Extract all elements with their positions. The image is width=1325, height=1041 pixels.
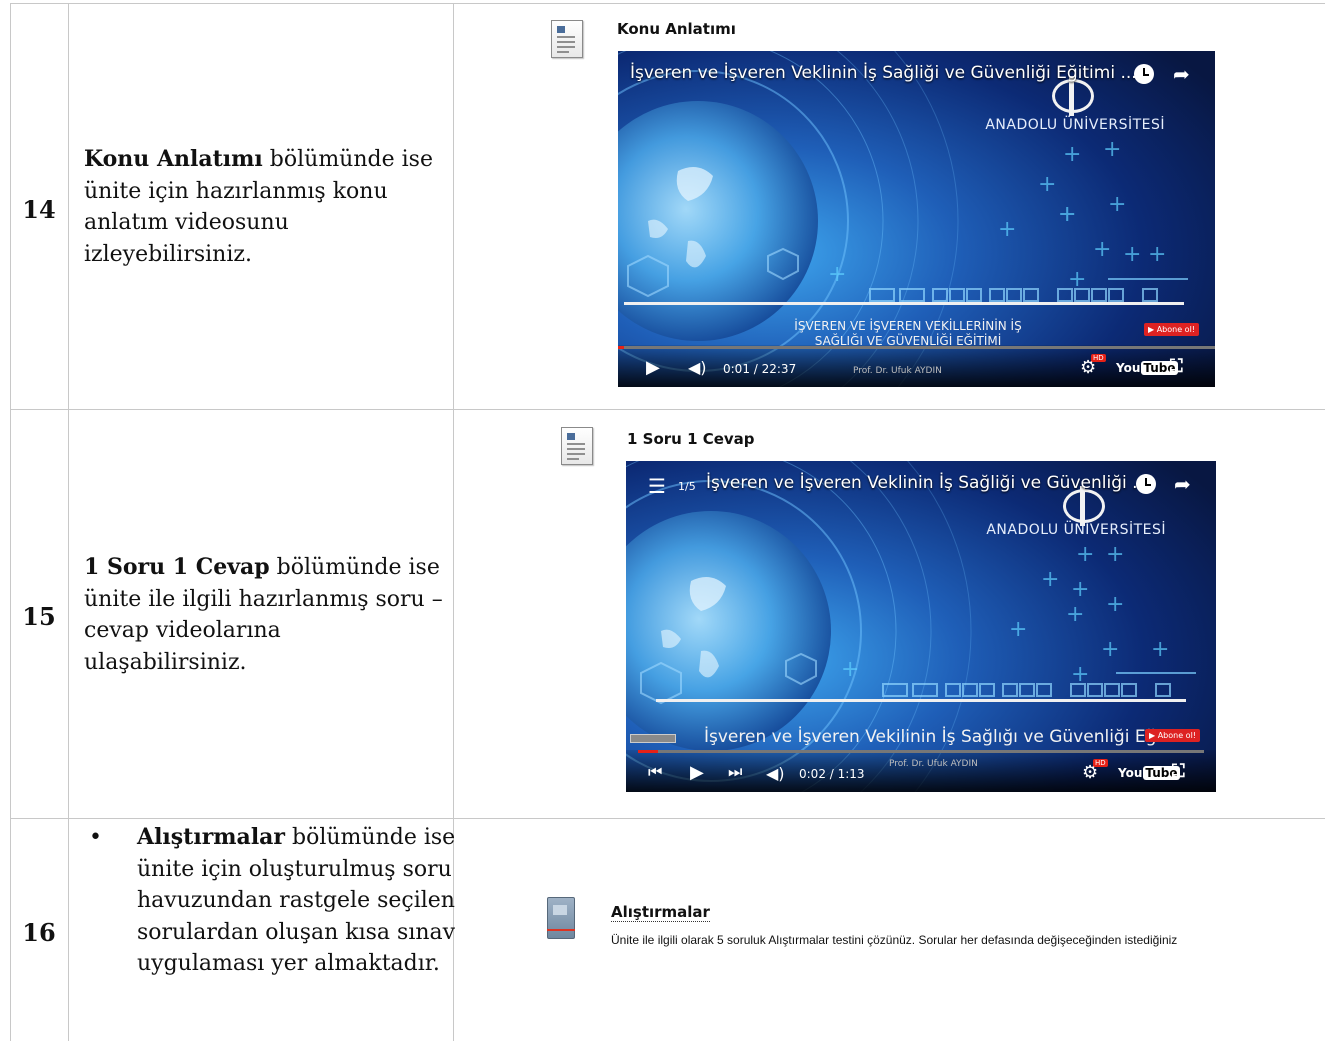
subscribe-button[interactable]: ▶ Abone ol! <box>1144 323 1200 336</box>
row-description: • Alıştırmalar bölümünde ise ünite için o… <box>84 822 456 980</box>
title-slide-line <box>656 699 1186 702</box>
svg-text:+: + <box>1041 567 1059 592</box>
video-title[interactable]: İşveren ve İşveren Veklinin İş Sağliği v… <box>630 63 1137 83</box>
svg-text:+: + <box>1063 142 1081 167</box>
svg-text:+: + <box>1071 577 1089 602</box>
svg-text:+: + <box>1058 202 1076 227</box>
svg-text:+: + <box>1076 542 1094 567</box>
section-name: Alıştırmalar <box>137 824 286 850</box>
institution-name: ANADOLU ÜNİVERSİTESİ <box>986 522 1166 538</box>
quiz-icon[interactable] <box>547 897 575 941</box>
video-progress-bar[interactable] <box>618 346 1215 349</box>
row-description: 1 Soru 1 Cevap bölümünde ise ünite ile i… <box>84 552 444 678</box>
list-item: • Alıştırmalar bölümünde ise ünite için o… <box>84 822 456 980</box>
watch-later-icon[interactable] <box>1134 64 1154 84</box>
table-row-divider <box>10 409 1325 410</box>
university-logo <box>1063 486 1105 526</box>
table-border-top <box>10 3 1325 4</box>
row-description: Konu Anlatımı bölümünde ise ünite için h… <box>84 144 444 270</box>
svg-text:+: + <box>998 217 1016 242</box>
section-title-link[interactable]: Konu Anlatımı <box>617 20 736 38</box>
video-time: 0:01 / 22:37 <box>723 362 797 376</box>
svg-text:+: + <box>828 262 846 287</box>
title-slide-line <box>624 302 1184 305</box>
svg-text:+: + <box>1103 137 1121 162</box>
svg-text:+: + <box>1101 637 1119 662</box>
playlist-icon[interactable]: ☰ <box>648 474 666 498</box>
institution-name: ANADOLU ÜNİVERSİTESİ <box>985 117 1165 133</box>
svg-text:+: + <box>1066 602 1084 627</box>
share-icon[interactable]: ➦ <box>1173 62 1190 86</box>
video-author: Prof. Dr. Ufuk AYDIN <box>853 366 942 376</box>
row-number: 15 <box>22 602 56 631</box>
video-title[interactable]: İşveren ve İşveren Veklinin İş Sağliği v… <box>706 473 1148 493</box>
svg-text:+: + <box>1151 637 1169 662</box>
document-icon[interactable] <box>551 20 583 58</box>
bullet-marker: • <box>89 825 102 850</box>
section-name: Konu Anlatımı <box>84 146 263 172</box>
play-icon[interactable]: ▶ <box>690 762 704 783</box>
svg-text:+: + <box>1106 592 1124 617</box>
section-title-link[interactable]: 1 Soru 1 Cevap <box>627 430 755 448</box>
svg-text:+: + <box>1106 542 1124 567</box>
table-border-left <box>10 3 11 1041</box>
share-icon[interactable]: ➦ <box>1174 472 1191 496</box>
video-time: 0:02 / 1:13 <box>799 767 865 781</box>
section-description: Ünite ile ilgili olarak 5 soruluk Alıştı… <box>611 933 1178 947</box>
watch-later-icon[interactable] <box>1136 474 1156 494</box>
volume-icon[interactable]: ◀) <box>688 358 707 377</box>
svg-text:+: + <box>1093 237 1111 262</box>
video-author: Prof. Dr. Ufuk AYDIN <box>889 759 978 769</box>
video-progress-bar[interactable] <box>638 750 1204 753</box>
svg-text:+: + <box>1123 242 1141 267</box>
playlist-index: 1/5 <box>678 480 696 493</box>
play-icon[interactable]: ▶ <box>646 357 660 378</box>
document-icon[interactable] <box>561 427 593 465</box>
table-col-divider <box>68 3 69 1041</box>
youtube-logo[interactable]: You Tube <box>1116 361 1178 375</box>
video-player[interactable]: + + + + + + + + + + + ☰ 1/5 İşveren ve İşveren … <box>626 461 1216 792</box>
document-page: 14 Konu Anlatımı bölümünde ise ünite içi… <box>0 0 1325 1041</box>
row-number: 16 <box>22 918 56 947</box>
previous-icon[interactable]: ⏮ <box>648 762 662 782</box>
section-name: 1 Soru 1 Cevap <box>84 554 270 580</box>
hd-badge: HD <box>1093 759 1108 767</box>
svg-text:+: + <box>841 657 859 682</box>
svg-text:+: + <box>1009 617 1027 642</box>
volume-icon[interactable]: ◀) <box>766 764 785 783</box>
svg-text:+: + <box>1108 192 1126 217</box>
fullscreen-icon[interactable]: ⛶ <box>1172 761 1185 782</box>
annotation-badge <box>630 734 676 743</box>
row-number: 14 <box>22 195 56 224</box>
youtube-logo[interactable]: You Tube <box>1118 766 1180 780</box>
video-caption: İşveren ve İşveren Vekilinin İş Sağlığı … <box>704 727 1194 747</box>
bullet-list: • Alıştırmalar bölümünde ise ünite için o… <box>84 822 456 980</box>
fullscreen-icon[interactable]: ⛶ <box>1170 356 1183 377</box>
video-player[interactable]: + + + + + + + + + + + + İşveren ve İşveren Vekli… <box>618 51 1215 387</box>
svg-text:+: + <box>1148 242 1166 267</box>
svg-text:+: + <box>1038 172 1056 197</box>
table-row-divider <box>10 818 1325 819</box>
university-logo <box>1052 76 1094 116</box>
subscribe-button[interactable]: ▶ Abone ol! <box>1145 729 1201 742</box>
hd-badge: HD <box>1091 354 1106 362</box>
next-icon[interactable]: ⏭ <box>728 762 742 782</box>
section-title-link[interactable]: Alıştırmalar <box>611 903 710 922</box>
